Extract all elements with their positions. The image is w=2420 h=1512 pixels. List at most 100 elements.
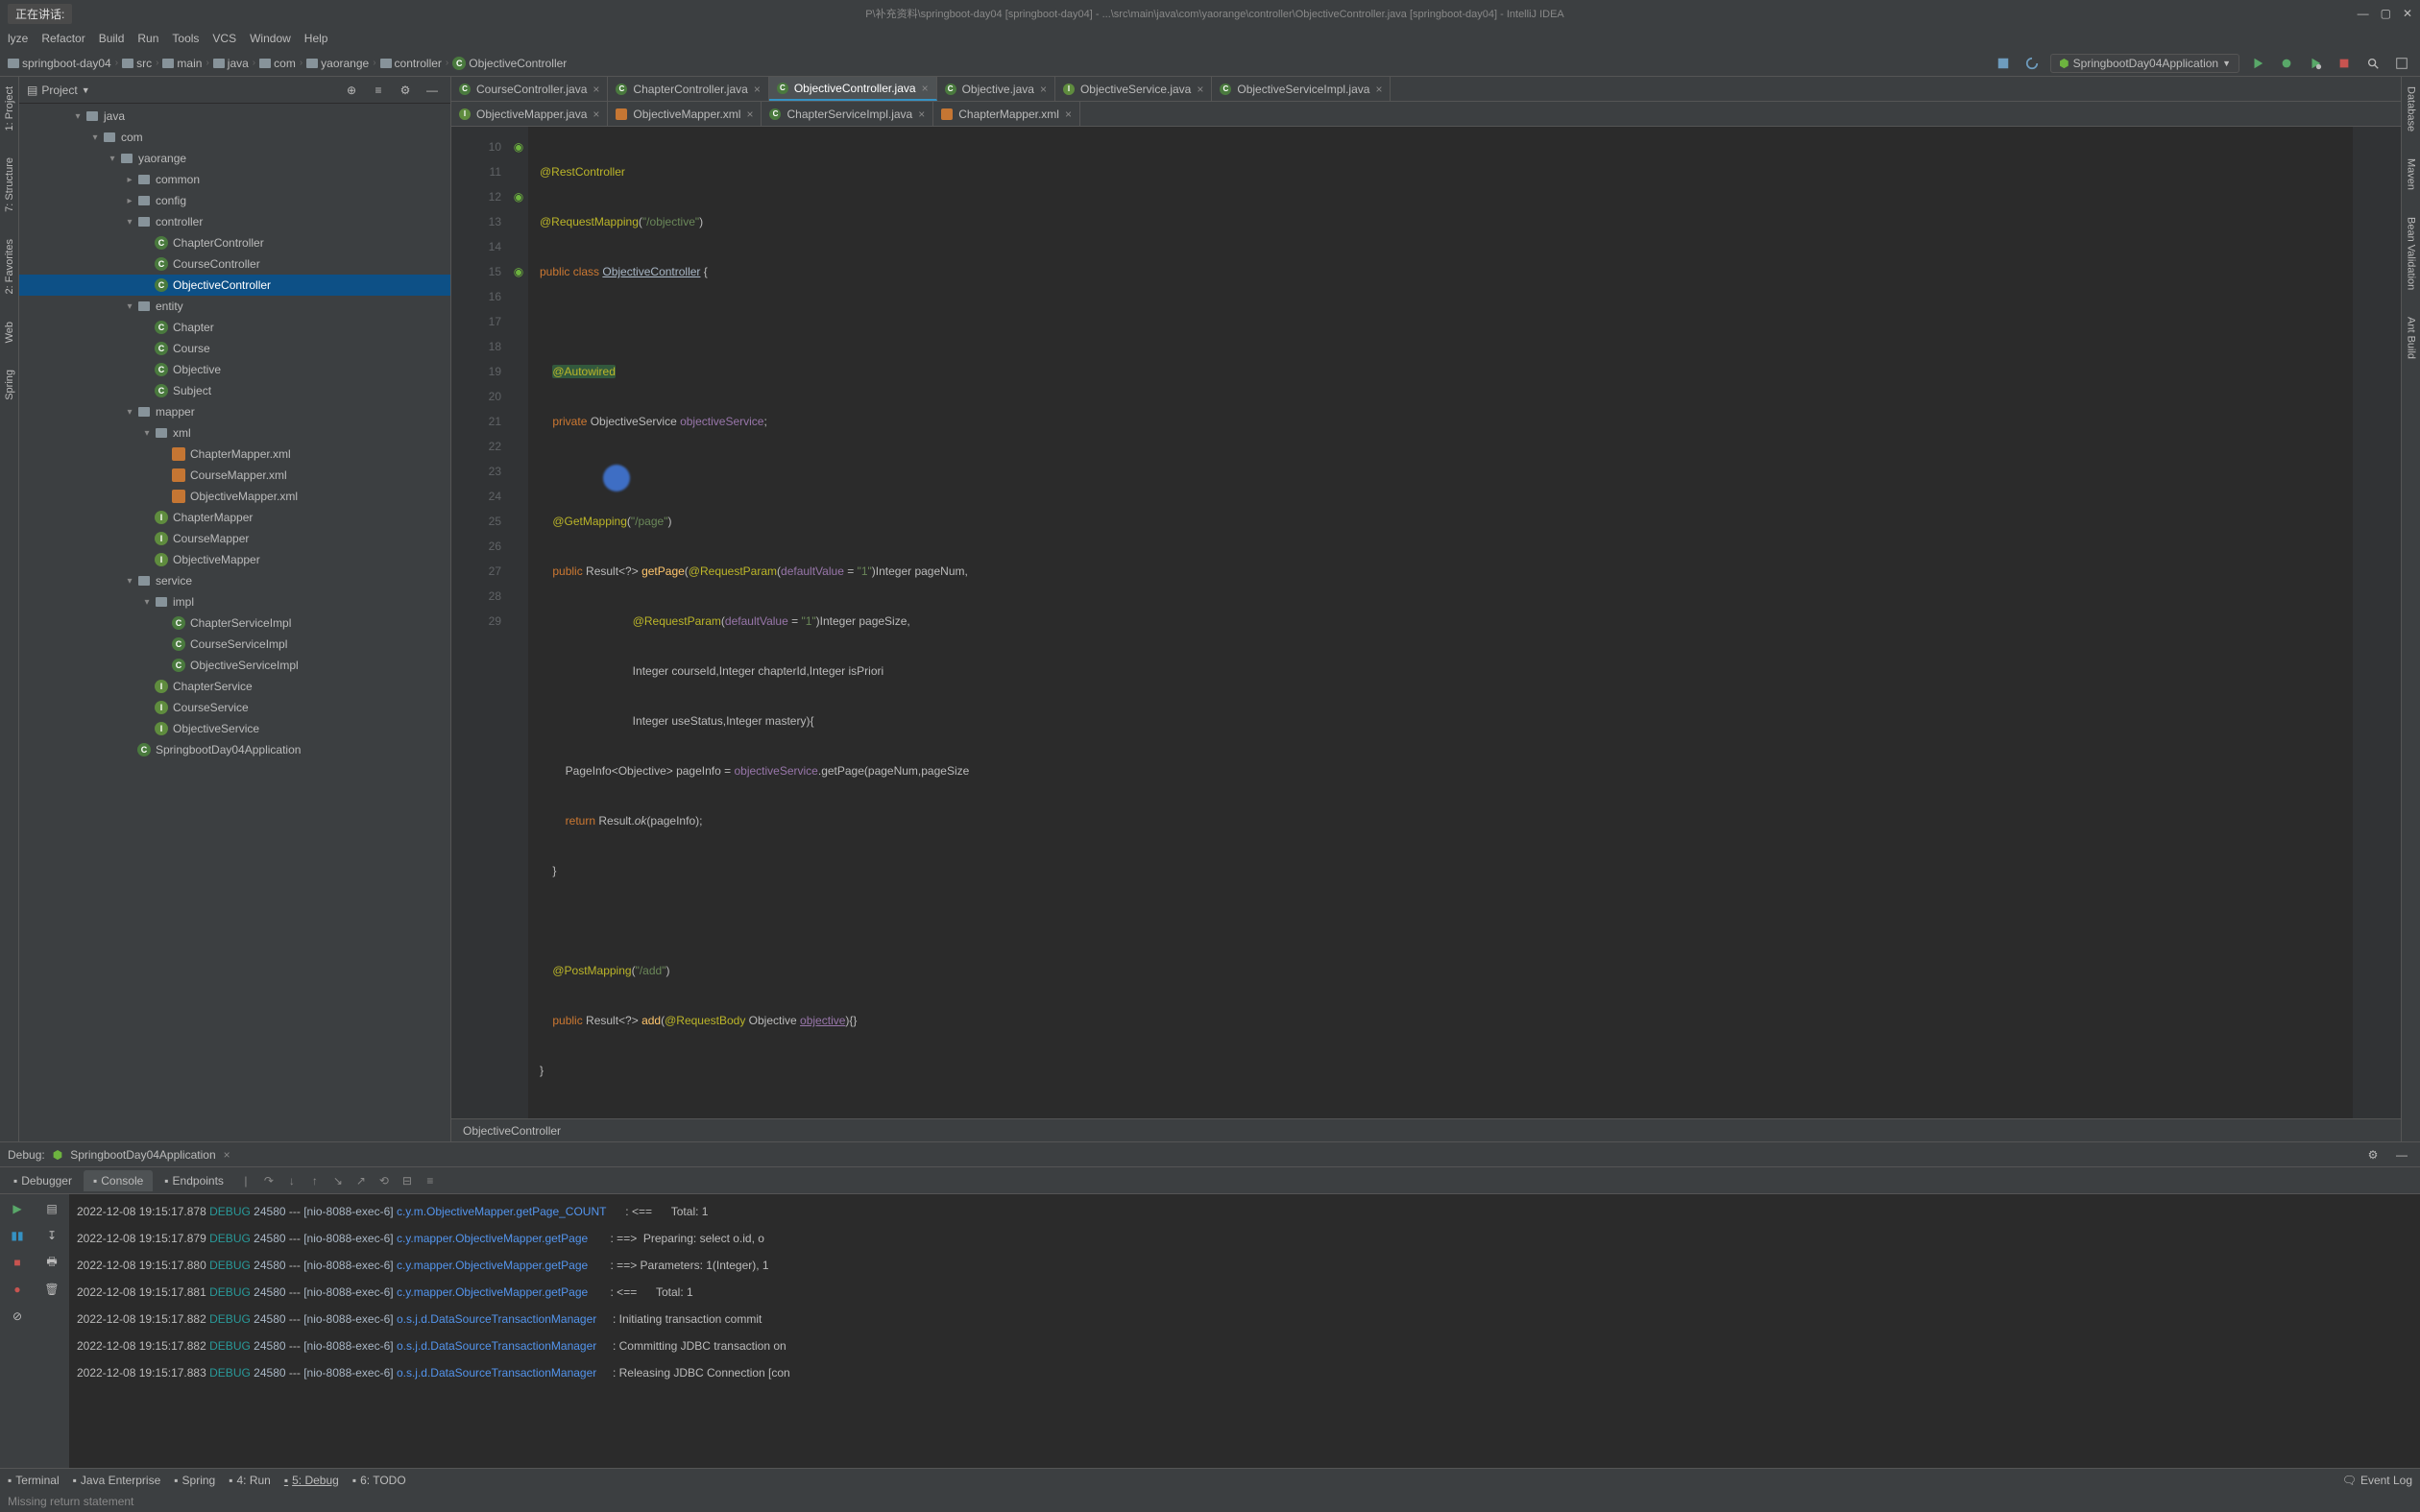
tool-window-maven[interactable]: Maven <box>2404 153 2419 196</box>
tool-window-bean-validation[interactable]: Bean Validation <box>2404 211 2419 296</box>
debug-step-icon-5[interactable]: ↗ <box>351 1170 372 1191</box>
breadcrumb-item[interactable]: yaorange <box>306 57 369 70</box>
breadcrumb-item[interactable]: main <box>162 57 202 70</box>
breadcrumb-item[interactable]: controller <box>380 57 442 70</box>
debug-tab-console[interactable]: ▪Console <box>84 1170 153 1191</box>
tree-arrow-icon[interactable]: ▾ <box>123 407 136 418</box>
spring-gutter-icon[interactable]: ◉ <box>514 184 523 209</box>
bottom-tab-4-run[interactable]: ▪4: Run <box>229 1474 271 1487</box>
breadcrumb-item[interactable]: src <box>122 57 152 70</box>
debug-tab-debugger[interactable]: ▪Debugger <box>4 1170 82 1191</box>
debug-step-icon-6[interactable]: ⟲ <box>374 1170 395 1191</box>
close-icon[interactable]: × <box>922 82 929 95</box>
menu-run[interactable]: Run <box>137 32 158 45</box>
console-output[interactable]: 2022-12-08 19:15:17.878 DEBUG 24580 --- … <box>69 1194 2420 1468</box>
tree-item-courseservice[interactable]: ICourseService <box>19 697 450 718</box>
bottom-tab-terminal[interactable]: ▪Terminal <box>8 1474 60 1487</box>
maximize-icon[interactable]: ▢ <box>2381 7 2391 20</box>
breadcrumb-item[interactable]: java <box>213 57 249 70</box>
run-config-dropdown[interactable]: ⬢ SpringbootDay04Application ▼ <box>2050 54 2239 73</box>
debug-tab-endpoints[interactable]: ▪Endpoints <box>155 1170 233 1191</box>
tool-window-web[interactable]: Web <box>2 316 17 348</box>
tool-window-2-favorites[interactable]: 2: Favorites <box>2 233 17 300</box>
breakpoints-icon[interactable]: ● <box>7 1279 28 1300</box>
tool-window-database[interactable]: Database <box>2404 81 2419 137</box>
menu-refactor[interactable]: Refactor <box>41 32 85 45</box>
tree-item-objectivecontroller[interactable]: CObjectiveController <box>19 275 450 296</box>
tree-item-xml[interactable]: ▾xml <box>19 422 450 444</box>
tree-item-objectiveservice[interactable]: IObjectiveService <box>19 718 450 739</box>
close-icon[interactable]: ✕ <box>2403 7 2412 20</box>
editor-tab-objectiveserviceimpl-java[interactable]: CObjectiveServiceImpl.java× <box>1212 77 1391 101</box>
debug-step-icon-3[interactable]: ↑ <box>304 1170 326 1191</box>
debug-step-icon-2[interactable]: ↓ <box>281 1170 302 1191</box>
tree-arrow-icon[interactable]: ▸ <box>123 175 136 185</box>
gear-icon[interactable]: ⚙ <box>2362 1144 2384 1165</box>
editor-tab-objectiveservice-java[interactable]: IObjectiveService.java× <box>1055 77 1212 101</box>
tool-window-1-project[interactable]: 1: Project <box>2 81 17 136</box>
menu-tools[interactable]: Tools <box>172 32 199 45</box>
tree-item-course[interactable]: CCourse <box>19 338 450 359</box>
stop-icon[interactable]: ■ <box>7 1252 28 1273</box>
tree-arrow-icon[interactable]: ▾ <box>123 301 136 312</box>
close-icon[interactable]: × <box>1197 83 1203 96</box>
chevron-down-icon[interactable]: ▼ <box>82 85 90 95</box>
menu-window[interactable]: Window <box>250 32 291 45</box>
close-icon[interactable]: × <box>593 83 599 96</box>
sync-icon[interactable] <box>2021 53 2043 74</box>
locate-icon[interactable]: ⊕ <box>341 80 362 101</box>
editor-tab-chaptermapper-xml[interactable]: ChapterMapper.xml× <box>933 102 1080 126</box>
tree-item-chaptermapper[interactable]: IChapterMapper <box>19 507 450 528</box>
menu-vcs[interactable]: VCS <box>212 32 236 45</box>
minimap[interactable] <box>2353 127 2401 1118</box>
tree-arrow-icon[interactable]: ▾ <box>140 428 154 439</box>
bottom-tab-5-debug[interactable]: ▪5: Debug <box>284 1474 339 1487</box>
breadcrumb-item[interactable]: C ObjectiveController <box>452 57 567 70</box>
editor-tab-chapterserviceimpl-java[interactable]: CChapterServiceImpl.java× <box>762 102 933 126</box>
tree-item-yaorange[interactable]: ▾yaorange <box>19 148 450 169</box>
build-icon[interactable] <box>1993 53 2014 74</box>
tree-item-objectiveserviceimpl[interactable]: CObjectiveServiceImpl <box>19 655 450 676</box>
tree-arrow-icon[interactable]: ▾ <box>123 217 136 228</box>
editor-tab-objectivemapper-java[interactable]: IObjectiveMapper.java× <box>451 102 608 126</box>
clear-icon[interactable]: 🗑 <box>41 1279 62 1300</box>
tree-arrow-icon[interactable]: ▾ <box>106 154 119 164</box>
breadcrumb-item[interactable]: springboot-day04 <box>8 57 111 70</box>
code-area[interactable]: @RestController @RequestMapping("/object… <box>528 127 2353 1118</box>
debug-icon[interactable] <box>2276 53 2297 74</box>
tree-item-objectivemapper[interactable]: IObjectiveMapper <box>19 549 450 570</box>
tree-item-common[interactable]: ▸common <box>19 169 450 190</box>
tree-arrow-icon[interactable]: ▾ <box>140 597 154 608</box>
event-log-button[interactable]: 🗨 Event Log <box>2342 1474 2412 1487</box>
hide-icon[interactable]: — <box>2391 1144 2412 1165</box>
tree-item-impl[interactable]: ▾impl <box>19 591 450 612</box>
close-icon[interactable]: × <box>1375 83 1382 96</box>
menu-build[interactable]: Build <box>99 32 125 45</box>
tool-window-spring[interactable]: Spring <box>2 364 17 406</box>
close-icon[interactable]: × <box>746 108 753 121</box>
run-coverage-icon[interactable] <box>2305 53 2326 74</box>
search-icon[interactable] <box>2362 53 2384 74</box>
editor-tab-objective-java[interactable]: CObjective.java× <box>937 77 1055 101</box>
bottom-tab-6-todo[interactable]: ▪6: TODO <box>352 1474 406 1487</box>
mute-bp-icon[interactable]: ⊘ <box>7 1306 28 1327</box>
tree-item-service[interactable]: ▾service <box>19 570 450 591</box>
tree-item-courseserviceimpl[interactable]: CCourseServiceImpl <box>19 634 450 655</box>
tool-window-7-structure[interactable]: 7: Structure <box>2 152 17 218</box>
bottom-tab-spring[interactable]: ▪Spring <box>174 1474 215 1487</box>
tree-item-coursemapper[interactable]: ICourseMapper <box>19 528 450 549</box>
tree-item-entity[interactable]: ▾entity <box>19 296 450 317</box>
tree-item-objectivemapper-xml[interactable]: ObjectiveMapper.xml <box>19 486 450 507</box>
close-icon[interactable]: × <box>1040 83 1047 96</box>
spring-gutter-icon[interactable]: ◉ <box>514 259 523 284</box>
editor-tab-chaptercontroller-java[interactable]: CChapterController.java× <box>608 77 768 101</box>
print-icon[interactable]: 🖶 <box>41 1252 62 1273</box>
editor-tab-coursecontroller-java[interactable]: CCourseController.java× <box>451 77 608 101</box>
tree-item-chapterservice[interactable]: IChapterService <box>19 676 450 697</box>
stop-icon[interactable] <box>2334 53 2355 74</box>
tree-item-subject[interactable]: CSubject <box>19 380 450 401</box>
debug-step-icon-7[interactable]: ⊟ <box>397 1170 418 1191</box>
tree-item-chaptermapper-xml[interactable]: ChapterMapper.xml <box>19 444 450 465</box>
gear-icon[interactable]: ⚙ <box>395 80 416 101</box>
menu-lyze[interactable]: lyze <box>8 32 28 45</box>
